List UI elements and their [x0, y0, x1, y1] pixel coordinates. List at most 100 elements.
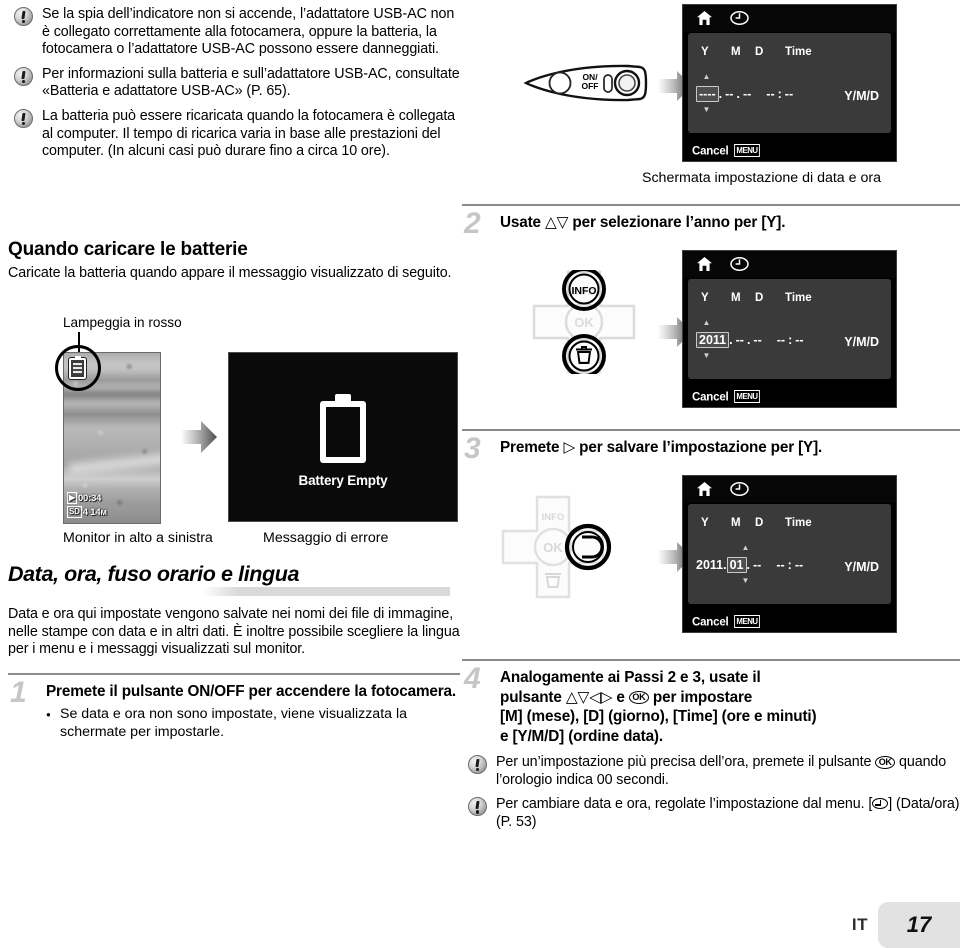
month-field[interactable]: 01	[726, 557, 747, 573]
month-field[interactable]: --	[722, 87, 736, 101]
step-3-text-before: Premete	[500, 439, 560, 456]
power-button-icon: ON/ OFF	[523, 64, 648, 102]
svg-text:OK: OK	[574, 315, 594, 330]
caution-note: Se la spia dell’indicatore non si accend…	[8, 6, 460, 59]
up-arrow-indicator: ▲	[702, 72, 711, 81]
step-4-line1: Analogamente ai Passi 2 e 3, usate il	[500, 669, 761, 686]
language-code: IT	[851, 915, 868, 934]
step-4-number: 4	[464, 662, 481, 695]
year-field[interactable]: 2011	[696, 332, 730, 348]
manual-page: Se la spia dell’indicatore non si accend…	[0, 0, 960, 948]
header-year: Y	[701, 46, 709, 58]
dpad-control-icon: OK INFO	[501, 495, 612, 599]
osd-resolution-unit: M	[100, 507, 107, 517]
day-field[interactable]: --	[750, 558, 764, 572]
menu-button-chip: MENU	[733, 389, 760, 403]
step-3-text: Premete ▷ per salvare l’impostazione per…	[500, 438, 960, 458]
screen1-caption: Schermata impostazione di data e ora	[642, 170, 881, 186]
step-2-text: Usate △▽ per selezionare l’anno per [Y].	[500, 213, 960, 233]
step-2: 2 Usate △▽ per selezionare l’anno per [Y…	[462, 209, 960, 239]
screen-panel: Y M D Time ▲ ▼ 2011. 01. -- --: -- Y/M/D	[688, 504, 891, 604]
date-order-field[interactable]: Y/M/D	[844, 560, 879, 574]
note-text-before: Per un’impostazione più precisa dell’ora…	[496, 754, 872, 770]
camera-monitor-thumbnail: ▶ 00:34 SD 4 14M	[63, 352, 161, 524]
day-field[interactable]: --	[740, 87, 754, 101]
screen-topbar	[683, 5, 896, 32]
ok-button-icon: OK	[628, 691, 649, 704]
year-field[interactable]: ----	[696, 86, 719, 102]
screen-panel: Y M D Time ▲ ▼ ----. --. -- --: -- Y/M/D	[688, 33, 891, 133]
home-icon	[697, 11, 712, 25]
caution-note-text: Per cambiare data e ora, regolate l’impo…	[496, 796, 960, 831]
year-field[interactable]: 2011	[696, 558, 723, 572]
lamp-label: Lampeggia in rosso	[63, 315, 182, 330]
caption-monitor: Monitor in alto a sinistra	[63, 530, 213, 546]
cancel-label: Cancel	[692, 145, 729, 157]
up-triangle-icon: △	[565, 687, 578, 706]
date-values: 2011. --. -- --: --	[696, 332, 804, 348]
step-4-line4: e [Y/M/D] (ordine data).	[500, 727, 663, 745]
month-field[interactable]: --	[733, 333, 747, 347]
down-triangle-icon: ▽	[556, 213, 569, 231]
clock-icon	[730, 482, 749, 496]
low-battery-icon	[69, 355, 86, 379]
down-arrow-indicator: ▼	[702, 351, 711, 360]
header-time: Time	[785, 292, 812, 304]
minute-field[interactable]: --	[795, 558, 803, 572]
date-setting-screen-3: Y M D Time ▲ ▼ 2011. 01. -- --: -- Y/M/D Cancel…	[682, 475, 897, 633]
caution-icon	[14, 108, 33, 128]
screen-topbar	[683, 476, 896, 503]
page-number: 17	[878, 902, 960, 948]
svg-text:OK: OK	[543, 540, 563, 555]
note-text-before: Per cambiare data e ora, regolate l’impo…	[496, 796, 873, 813]
hour-field[interactable]: --	[776, 558, 784, 572]
step-4-line3: [M] (mese), [D] (giorno), [Time] (ore e …	[500, 708, 817, 725]
step-1-number: 1	[10, 675, 27, 709]
step-divider	[462, 204, 960, 206]
caution-note-text: Per un’impostazione più precisa dell’ora…	[496, 754, 960, 789]
caution-note: Per cambiare data e ora, regolate l’impo…	[462, 796, 960, 831]
up-triangle-icon: △	[545, 213, 557, 231]
day-field[interactable]: --	[750, 333, 764, 347]
screen2-row: OK INFO INFO Y M D Time ▲ ▼ 2011 . -- . …	[462, 250, 960, 410]
right-triangle-icon: ▷	[600, 687, 613, 706]
home-icon	[697, 257, 712, 271]
datetime-body-text: Data e ora qui impostate vengono salvate…	[8, 606, 460, 658]
cancel-label: Cancel	[692, 616, 729, 628]
step-3: 3 Premete ▷ per salvare l’impostazione p…	[462, 434, 960, 464]
menu-button-chip: MENU	[733, 614, 760, 628]
hour-field[interactable]: --	[766, 87, 774, 101]
header-year: Y	[701, 292, 709, 304]
step-4-line2-mid: e	[616, 688, 625, 706]
home-icon	[697, 482, 712, 496]
header-day: D	[755, 292, 764, 304]
caution-note-text: Se la spia dell’indicatore non si accend…	[42, 6, 455, 58]
caution-icon	[468, 755, 487, 774]
battery-empty-icon	[320, 394, 366, 463]
svg-text:INFO: INFO	[571, 285, 596, 297]
screen1-row: ON/ OFF Y M D Time ▲ ▼ ---- . -- . -- --…	[462, 4, 960, 186]
left-triangle-icon: ◁	[589, 687, 601, 706]
caution-note-text: Per informazioni sulla batteria e sull’a…	[42, 65, 460, 100]
right-triangle-icon: ▷	[563, 438, 576, 456]
cancel-label: Cancel	[692, 391, 729, 403]
header-month: M	[731, 292, 741, 304]
step-1-text: Premete il pulsante ON/OFF per accendere…	[46, 682, 457, 700]
step-2-text-before: Usate	[500, 214, 541, 231]
minute-field[interactable]: --	[785, 87, 793, 101]
screen3-row: OK INFO Y M D Time ▲ ▼ 2011. 01 . -- -- …	[462, 475, 960, 635]
date-order-field[interactable]: Y/M/D	[844, 89, 879, 103]
dpad-control-icon: OK INFO INFO	[532, 270, 636, 374]
caution-icon	[14, 7, 33, 26]
step-1: 1 Premete il pulsante ON/OFF per accende…	[8, 677, 460, 742]
date-order-field[interactable]: Y/M/D	[844, 335, 879, 349]
step-1-subtext: Se data e ora non sono impostate, viene …	[46, 706, 460, 741]
hour-field[interactable]: --	[777, 333, 785, 347]
header-day: D	[755, 46, 764, 58]
screen-topbar	[683, 251, 896, 278]
screen-panel: Y M D Time ▲ ▼ 2011. --. -- --: -- Y/M/D	[688, 279, 891, 379]
cancel-hint: Cancel MENU	[692, 614, 761, 628]
minute-field[interactable]: --	[795, 333, 803, 347]
date-setting-screen-2: Y M D Time ▲ ▼ 2011. --. -- --: -- Y/M/D Cancel…	[682, 250, 897, 408]
cancel-hint: Cancel MENU	[692, 143, 761, 157]
